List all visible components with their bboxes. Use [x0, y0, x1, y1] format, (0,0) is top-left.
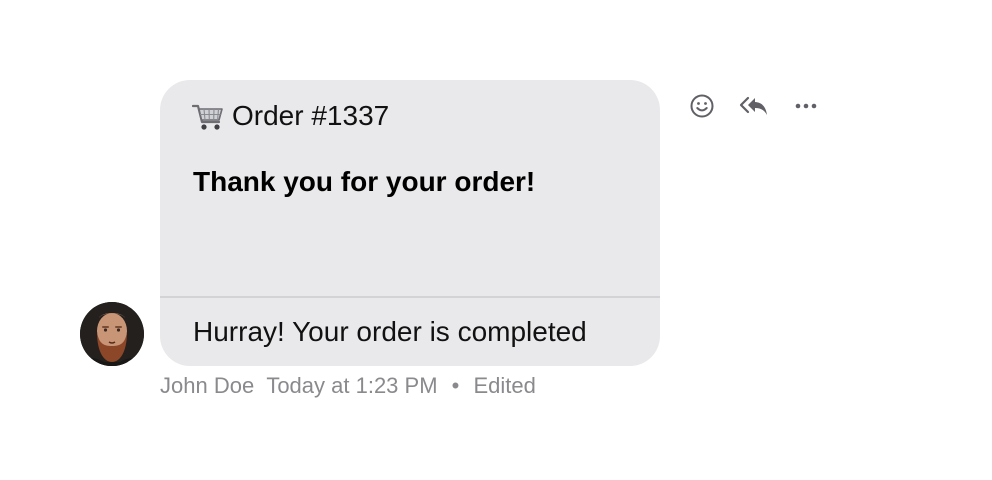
author-name[interactable]: John Doe — [160, 373, 254, 398]
react-button[interactable] — [686, 90, 718, 122]
avatar-image — [80, 302, 144, 366]
divider — [160, 296, 660, 298]
edited-label: Edited — [473, 373, 536, 398]
message-actions — [686, 90, 822, 122]
message-row: Order #1337 Thank you for your order! Hu… — [0, 0, 992, 480]
avatar[interactable] — [80, 302, 144, 366]
meta-separator: • — [451, 373, 460, 398]
reply-all-button[interactable] — [738, 90, 770, 122]
order-status-text: Hurray! Your order is completed — [193, 316, 587, 347]
message-bubble[interactable]: Order #1337 Thank you for your order! Hu… — [160, 80, 660, 366]
order-title: Order #1337 — [232, 100, 390, 131]
timestamp: Today at 1:23 PM — [266, 373, 438, 398]
shopping-cart-icon — [192, 104, 223, 130]
reply-all-icon — [739, 96, 767, 115]
order-header: Order #1337 — [192, 100, 389, 132]
message-meta: John Doe Today at 1:23 PM • Edited — [160, 373, 536, 399]
more-options-button[interactable] — [790, 90, 822, 122]
emoji-reaction-icon — [690, 94, 714, 118]
more-options-icon — [795, 103, 817, 109]
order-heading: Thank you for your order! — [193, 166, 536, 197]
